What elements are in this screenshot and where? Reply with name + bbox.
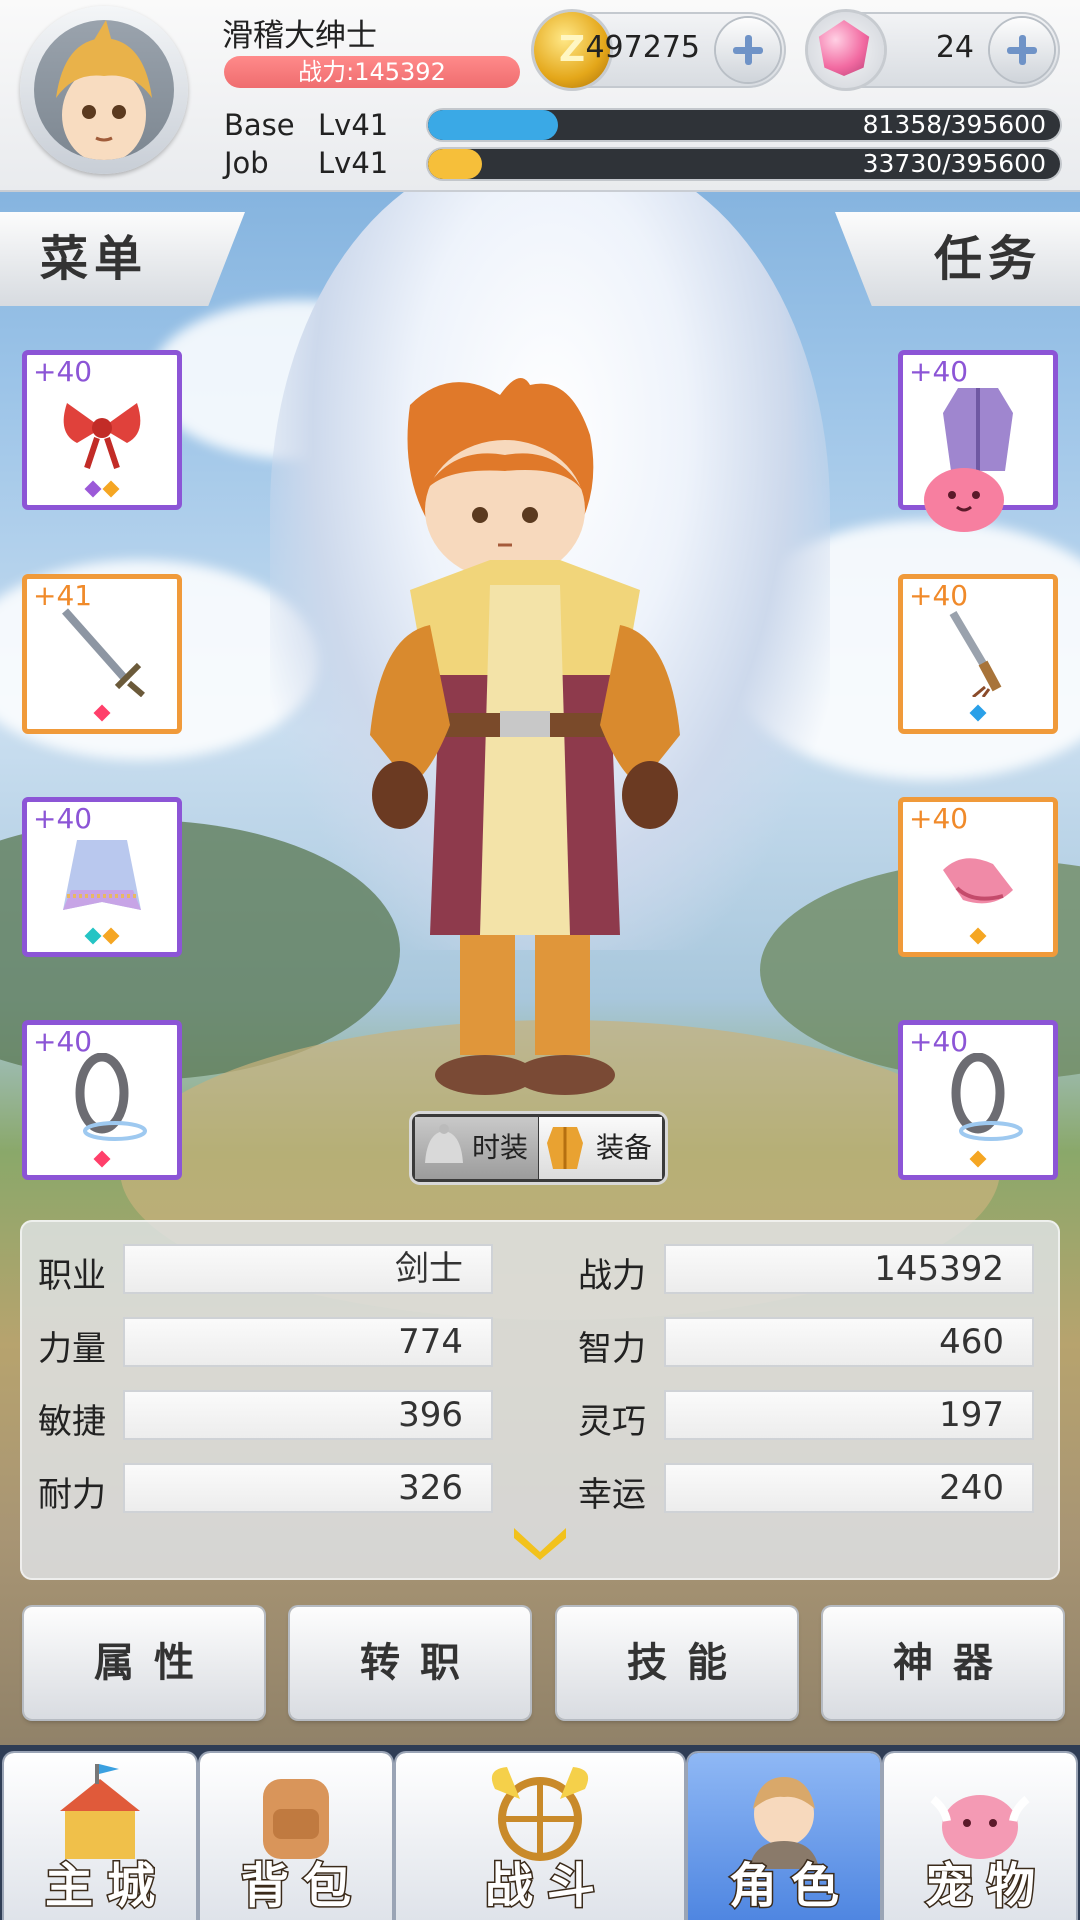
stat-label-luk: 幸运 <box>578 1475 646 1515</box>
poring-badge-icon <box>924 468 1004 532</box>
stat-value-power: 145392 <box>664 1244 1034 1294</box>
gem-sockets <box>27 704 177 722</box>
nav-label: 背包 <box>239 1857 365 1916</box>
base-label: Base <box>224 108 295 142</box>
character-model <box>370 377 680 1095</box>
gem-counter: 24 <box>808 12 1060 88</box>
base-exp-text: 81358/395600 <box>862 110 1046 139</box>
gem-sockets <box>903 704 1053 722</box>
spiked-ring-icon <box>75 1053 147 1141</box>
stat-value-luk: 240 <box>664 1463 1034 1513</box>
job-exp-fill <box>428 149 482 179</box>
cape-icon <box>63 840 141 910</box>
zeny-counter: Z 497275 <box>534 12 786 88</box>
equip-slot-weapon[interactable]: +41 <box>22 574 182 734</box>
gem-sockets <box>27 480 177 498</box>
player-name: 滑稽大绅士 <box>222 18 377 54</box>
menu-tab[interactable]: 菜单 <box>0 212 245 306</box>
fashion-toggle-button[interactable]: 时装 <box>415 1117 538 1179</box>
stat-value-job: 剑士 <box>123 1244 493 1294</box>
gem-value: 24 <box>935 30 974 65</box>
stat-label-job: 职业 <box>38 1256 106 1296</box>
equip-slot-offhand[interactable]: +40 <box>898 574 1058 734</box>
nav-label: 宠物 <box>923 1857 1049 1916</box>
add-zeny-button[interactable] <box>716 18 780 82</box>
nav-character[interactable]: 角色 <box>688 1753 880 1920</box>
nav-backpack[interactable]: 背包 <box>200 1753 392 1920</box>
appearance-toggle: 时装 装备 <box>412 1114 665 1182</box>
job-exp-text: 33730/395600 <box>862 149 1046 178</box>
expand-stats-chevron-icon[interactable] <box>510 1522 570 1562</box>
red-bow-headgear-icon <box>63 403 141 469</box>
player-header: 滑稽大绅士 战力:145392 Z 497275 24 Base Lv41 81… <box>0 0 1080 192</box>
base-exp-bar: 81358/395600 <box>428 110 1060 140</box>
base-exp-fill <box>428 110 559 140</box>
skills-button[interactable]: 技能 <box>557 1607 797 1719</box>
stat-value-agi: 396 <box>123 1390 493 1440</box>
fashion-hat-icon <box>425 1124 463 1163</box>
job-level: Lv41 <box>318 146 389 180</box>
attributes-button[interactable]: 属性 <box>24 1607 264 1719</box>
pink-shoes-icon <box>943 858 1013 904</box>
stat-value-dex: 197 <box>664 1390 1034 1440</box>
dagger-icon <box>949 610 1002 697</box>
nav-main-city[interactable]: 主城 <box>4 1753 196 1920</box>
gem-sockets <box>27 1150 177 1168</box>
equip-slot-garment[interactable]: +40 <box>22 797 182 957</box>
equipment-label: 装备 <box>595 1131 652 1164</box>
combat-power-badge: 战力:145392 <box>224 56 520 88</box>
gem-sockets <box>27 927 177 945</box>
sword-icon <box>62 608 145 697</box>
artifact-button[interactable]: 神器 <box>823 1607 1063 1719</box>
stat-label-str: 力量 <box>38 1329 106 1369</box>
nav-label: 角色 <box>727 1857 853 1916</box>
fashion-label: 时装 <box>471 1131 528 1164</box>
job-exp-bar: 33730/395600 <box>428 149 1060 179</box>
gem-frame <box>808 12 884 88</box>
gem-sockets <box>903 927 1053 945</box>
job-change-button[interactable]: 转职 <box>290 1607 530 1719</box>
equipment-toggle-button[interactable]: 装备 <box>539 1117 662 1179</box>
zeny-value: 497275 <box>585 30 700 65</box>
armor-icon <box>547 1127 583 1169</box>
stat-value-int: 460 <box>664 1317 1034 1367</box>
stat-label-vit: 耐力 <box>38 1475 106 1515</box>
stat-value-str: 774 <box>123 1317 493 1367</box>
stat-label-dex: 灵巧 <box>578 1402 646 1442</box>
add-gem-button[interactable] <box>990 18 1054 82</box>
avatar[interactable] <box>20 6 188 174</box>
nav-battle[interactable]: 战斗 <box>396 1753 684 1920</box>
nav-label: 主城 <box>43 1857 169 1916</box>
equip-slot-accessory-right[interactable]: +40 <box>898 1020 1058 1180</box>
job-label: Job <box>224 146 269 180</box>
bottom-nav: 主城 背包 战斗 角色 宠物 <box>0 1745 1080 1920</box>
stat-label-power: 战力 <box>578 1256 646 1296</box>
stat-value-vit: 326 <box>123 1463 493 1513</box>
equip-slot-accessory-left[interactable]: +40 <box>22 1020 182 1180</box>
quest-tab[interactable]: 任务 <box>835 212 1080 306</box>
spiked-ring-icon <box>951 1053 1023 1141</box>
equip-slot-armor[interactable]: +40 <box>898 350 1058 532</box>
avatar-portrait <box>34 20 174 160</box>
gem-sockets <box>903 1150 1053 1168</box>
equip-slot-shoes[interactable]: +40 <box>898 797 1058 957</box>
stat-label-int: 智力 <box>578 1329 646 1369</box>
nav-pet[interactable]: 宠物 <box>884 1753 1076 1920</box>
nav-label: 战斗 <box>483 1857 609 1916</box>
pink-gem-icon <box>818 20 870 76</box>
equip-slot-headgear[interactable]: +40 <box>22 350 182 510</box>
stat-label-agi: 敏捷 <box>38 1402 106 1442</box>
player-face-icon <box>56 20 152 160</box>
base-level: Lv41 <box>318 108 389 142</box>
